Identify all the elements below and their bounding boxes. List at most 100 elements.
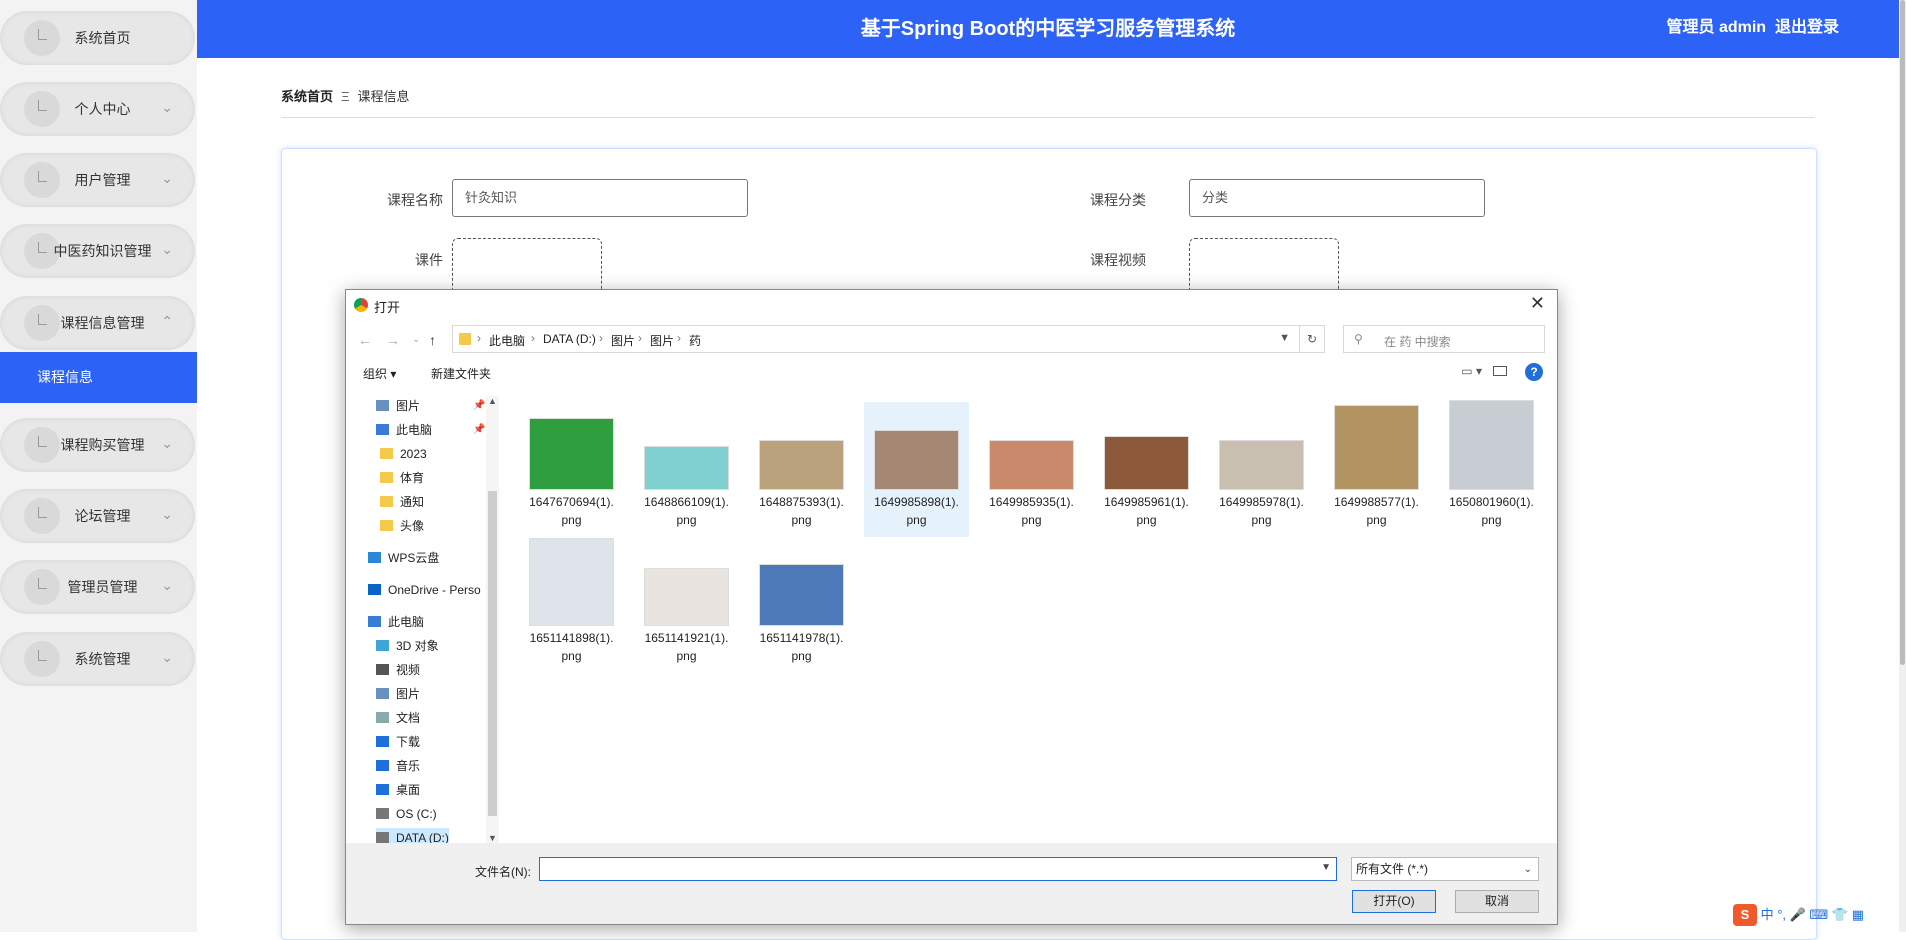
tree-item[interactable]: 此电脑 📌 xyxy=(376,420,485,440)
recent-chevron-icon[interactable]: ⌄ xyxy=(412,334,420,345)
tree-item-label: 图片 xyxy=(396,687,421,701)
tree-item[interactable]: 此电脑 xyxy=(368,612,424,632)
path-pictures[interactable]: 图片 xyxy=(611,332,635,349)
up-arrow-icon[interactable]: ↑ xyxy=(429,332,436,348)
view-options-icon[interactable]: ▭ ▾ xyxy=(1461,364,1482,378)
folder-icon xyxy=(459,333,471,345)
breadcrumb-home[interactable]: 系统首页 xyxy=(281,89,333,104)
sidebar-item[interactable]: 用户管理 ⌄ xyxy=(0,153,195,207)
sidebar-item[interactable]: 系统管理 ⌄ xyxy=(0,632,195,686)
logout-link[interactable]: 退出登录 xyxy=(1775,19,1839,36)
chevron-down-icon: ⌄ xyxy=(161,241,173,257)
tree-item-label: 视频 xyxy=(396,663,421,677)
path-this-pc[interactable]: 此电脑 xyxy=(489,332,525,349)
tree-item[interactable]: 3D 对象 xyxy=(376,636,439,656)
sidebar-item[interactable]: 课程购买管理 ⌄ xyxy=(0,418,195,472)
tree-item[interactable]: 文档 xyxy=(376,708,420,728)
ime-mode-label[interactable]: 中 °, xyxy=(1761,907,1786,922)
new-folder-button[interactable]: 新建文件夹 xyxy=(431,365,491,382)
sidebar-item[interactable]: 课程信息管理 ⌃ xyxy=(0,296,195,350)
sidebar-item[interactable]: 个人中心 ⌄ xyxy=(0,82,195,136)
file-item[interactable]: 1649985898(1). png xyxy=(864,402,969,537)
scrollbar-thumb[interactable] xyxy=(1900,0,1905,665)
file-item[interactable]: 1647670694(1). png xyxy=(519,402,624,537)
tree-item[interactable]: OneDrive - Perso xyxy=(368,580,481,600)
page-scrollbar[interactable] xyxy=(1899,0,1906,932)
scroll-up-icon[interactable]: ▲ xyxy=(488,396,497,406)
grid-icon[interactable]: ▦ xyxy=(1852,907,1864,922)
address-row: ← → ⌄ ↑ › 此电脑 › DATA (D:) › 图片 › 图片 › 药 … xyxy=(346,325,1557,355)
file-item[interactable]: 1649985961(1). png xyxy=(1094,402,1199,537)
file-item[interactable]: 1648866109(1). png xyxy=(634,402,739,537)
tree-item[interactable]: 2023 xyxy=(380,444,427,464)
file-grid: 1647670694(1). png 1648866109(1). png 164887… xyxy=(501,396,1557,843)
course-name-input[interactable]: 针灸知识 xyxy=(452,179,748,217)
music-icon xyxy=(376,760,389,771)
image-thumbnail xyxy=(1219,440,1304,490)
chevron-down-icon: ⌄ xyxy=(1523,864,1532,875)
file-item[interactable]: 1648875393(1). png xyxy=(749,402,854,537)
chevron-up-icon: ⌃ xyxy=(161,313,173,329)
image-thumbnail xyxy=(1104,436,1189,490)
file-item[interactable]: 1649988577(1). png xyxy=(1324,402,1429,537)
tree-item[interactable]: 图片 xyxy=(376,684,420,704)
file-item[interactable]: 1649985935(1). png xyxy=(979,402,1084,537)
close-icon[interactable]: ✕ xyxy=(1530,293,1545,314)
path-pictures-2[interactable]: 图片 xyxy=(650,332,674,349)
filename-input[interactable]: ▼ xyxy=(539,857,1337,881)
tree-item[interactable]: OS (C:) xyxy=(376,804,437,824)
image-thumbnail xyxy=(644,446,729,490)
tree-item[interactable]: WPS云盘 xyxy=(368,548,439,568)
file-name: 1647670694(1). png xyxy=(529,495,614,527)
tree-item[interactable]: 桌面 xyxy=(376,780,420,800)
tree-item[interactable]: 通知 xyxy=(380,492,424,512)
file-name: 1649985978(1). png xyxy=(1219,495,1304,527)
tree-scroll-thumb[interactable] xyxy=(488,491,497,816)
skin-icon[interactable]: 👕 xyxy=(1832,907,1848,922)
sidebar-item[interactable]: 论坛管理 ⌄ xyxy=(0,489,195,543)
sidebar-item[interactable]: 系统首页 xyxy=(0,11,195,65)
sidebar-subitem-course-info[interactable]: 课程信息 xyxy=(0,352,197,403)
cancel-button[interactable]: 取消 xyxy=(1455,890,1539,913)
file-item[interactable]: 1651141921(1). png xyxy=(634,538,739,673)
sidebar-item[interactable]: 管理员管理 ⌄ xyxy=(0,560,195,614)
file-item[interactable]: 1651141978(1). png xyxy=(749,538,854,673)
tree-item[interactable]: 音乐 xyxy=(376,756,420,776)
address-bar[interactable]: › 此电脑 › DATA (D:) › 图片 › 图片 › 药 ▼ xyxy=(452,325,1325,353)
tree-item[interactable]: 头像 xyxy=(380,516,424,536)
path-medicine[interactable]: 药 xyxy=(689,332,701,349)
tree-item[interactable]: DATA (D:) xyxy=(376,828,449,843)
tree-item[interactable]: 下载 xyxy=(376,732,420,752)
path-data-d[interactable]: DATA (D:) xyxy=(543,332,596,346)
forward-arrow-icon[interactable]: → xyxy=(386,332,400,348)
preview-pane-icon[interactable] xyxy=(1493,366,1507,376)
drive-icon xyxy=(376,808,389,819)
category-input[interactable]: 分类 xyxy=(1189,179,1485,217)
chevron-down-icon[interactable]: ▼ xyxy=(1279,332,1290,344)
tree-item-label: DATA (D:) xyxy=(396,831,449,843)
mic-icon[interactable]: 🎤 xyxy=(1790,907,1806,922)
tree-item[interactable]: 图片 📌 xyxy=(376,396,485,416)
open-button[interactable]: 打开(O) xyxy=(1352,890,1436,913)
sidebar-item[interactable]: 中医药知识管理 ⌄ xyxy=(0,224,195,278)
help-icon[interactable]: ? xyxy=(1525,363,1543,381)
filetype-select[interactable]: 所有文件 (*.*) ⌄ xyxy=(1351,857,1539,881)
back-arrow-icon[interactable]: ← xyxy=(358,332,372,348)
ime-toolbar[interactable]: S 中 °, 🎤 ⌨ 👕 ▦ xyxy=(1733,904,1864,928)
tree-item[interactable]: 体育 xyxy=(380,468,424,488)
refresh-icon[interactable]: ↻ xyxy=(1299,325,1325,353)
keyboard-icon[interactable]: ⌨ xyxy=(1810,907,1829,922)
scroll-down-icon[interactable]: ▼ xyxy=(488,833,497,843)
chevron-down-icon[interactable]: ▼ xyxy=(1321,862,1331,873)
file-item[interactable]: 1649985978(1). png xyxy=(1209,402,1314,537)
image-thumbnail xyxy=(644,568,729,626)
organize-menu[interactable]: 组织 ▾ xyxy=(363,365,396,382)
sogou-icon[interactable]: S xyxy=(1733,904,1757,926)
tree-scrollbar[interactable]: ▲ ▼ xyxy=(486,396,499,843)
search-box[interactable]: ⚲ 在 药 中搜索 xyxy=(1343,325,1545,353)
category-label: 课程分类 xyxy=(1090,192,1146,208)
admin-label: 管理员 admin xyxy=(1666,19,1767,36)
file-item[interactable]: 1651141898(1). png xyxy=(519,538,624,673)
file-item[interactable]: 1650801960(1). png xyxy=(1439,400,1544,537)
tree-item[interactable]: 视频 xyxy=(376,660,420,680)
